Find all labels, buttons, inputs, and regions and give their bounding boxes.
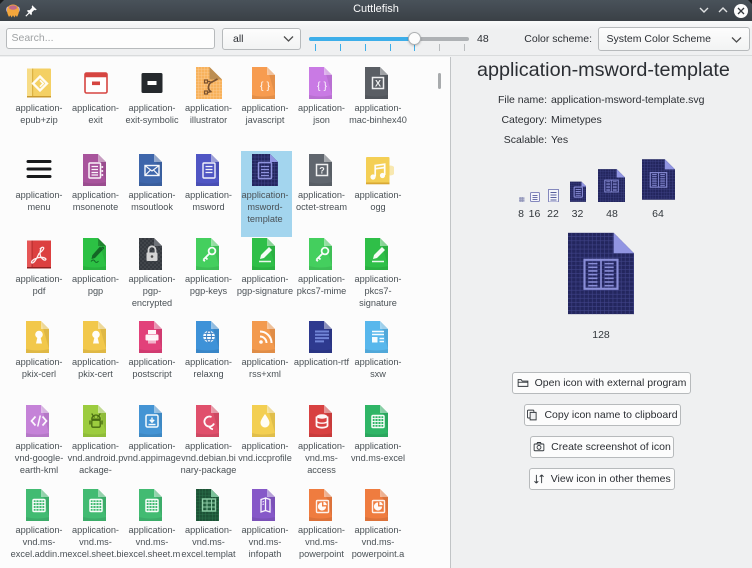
svg-text:{ }: { } <box>317 80 327 92</box>
svg-text:{ }: { } <box>260 80 270 92</box>
svg-text:X: X <box>375 79 381 89</box>
svg-text:?: ? <box>319 165 325 175</box>
